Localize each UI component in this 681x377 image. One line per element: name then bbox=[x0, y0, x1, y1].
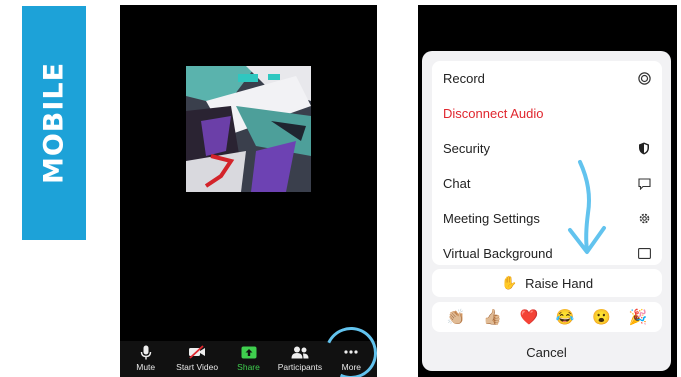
down-arrow-annotation bbox=[568, 160, 606, 254]
menu-item-label: Meeting Settings bbox=[443, 211, 540, 226]
video-off-icon bbox=[188, 344, 206, 360]
raise-hand-button[interactable]: ✋ Raise Hand bbox=[432, 269, 662, 297]
toolbar-label: Start Video bbox=[176, 362, 219, 372]
reaction-heart-icon[interactable]: ❤️ bbox=[519, 310, 538, 325]
toolbar-share-button[interactable]: Share bbox=[223, 341, 274, 377]
menu-item-label: Security bbox=[443, 141, 490, 156]
screenshot-canvas: MOBILE Mute Start Video Share Participan… bbox=[0, 0, 681, 377]
toolbar-start-video-button[interactable]: Start Video bbox=[171, 341, 222, 377]
share-icon bbox=[240, 344, 258, 360]
menu-item-label: Disconnect Audio bbox=[443, 106, 544, 121]
menu-item-label: Record bbox=[443, 71, 485, 86]
cancel-button[interactable]: Cancel bbox=[422, 337, 671, 367]
record-icon bbox=[637, 72, 651, 86]
mobile-label-text: MOBILE bbox=[38, 61, 70, 185]
reaction-surprised-icon[interactable]: 😮 bbox=[592, 310, 611, 325]
participants-icon bbox=[291, 344, 309, 360]
toolbar-label: Share bbox=[237, 362, 260, 372]
menu-item-record[interactable]: Record bbox=[432, 61, 662, 96]
toolbar-label: Mute bbox=[136, 362, 156, 372]
toolbar-label: Participants bbox=[277, 362, 323, 372]
reaction-thumbs-up-icon[interactable]: 👍🏼 bbox=[483, 310, 502, 325]
reactions-bar: 👏🏼 👍🏼 ❤️ 😂 😮 🎉 bbox=[432, 302, 662, 332]
phone-meeting-view: Mute Start Video Share Participants More bbox=[120, 5, 377, 377]
reaction-clap-icon[interactable]: 👏🏼 bbox=[447, 310, 466, 325]
mobile-label-banner: MOBILE bbox=[22, 6, 86, 240]
menu-item-disconnect-audio[interactable]: Disconnect Audio bbox=[432, 96, 662, 131]
reaction-party-icon[interactable]: 🎉 bbox=[628, 310, 647, 325]
shield-icon bbox=[637, 142, 651, 156]
toolbar-mute-button[interactable]: Mute bbox=[120, 341, 171, 377]
microphone-icon bbox=[137, 344, 155, 360]
image-icon bbox=[637, 247, 651, 261]
gear-icon bbox=[637, 212, 651, 226]
toolbar-participants-button[interactable]: Participants bbox=[274, 341, 325, 377]
raise-hand-label: Raise Hand bbox=[525, 275, 594, 291]
reaction-joy-icon[interactable]: 😂 bbox=[556, 310, 575, 325]
graffiti-image bbox=[186, 66, 311, 192]
raise-hand-icon: ✋ bbox=[500, 275, 518, 290]
menu-item-label: Chat bbox=[443, 176, 471, 191]
participant-video-thumbnail[interactable] bbox=[186, 66, 311, 192]
chat-icon bbox=[637, 177, 651, 191]
